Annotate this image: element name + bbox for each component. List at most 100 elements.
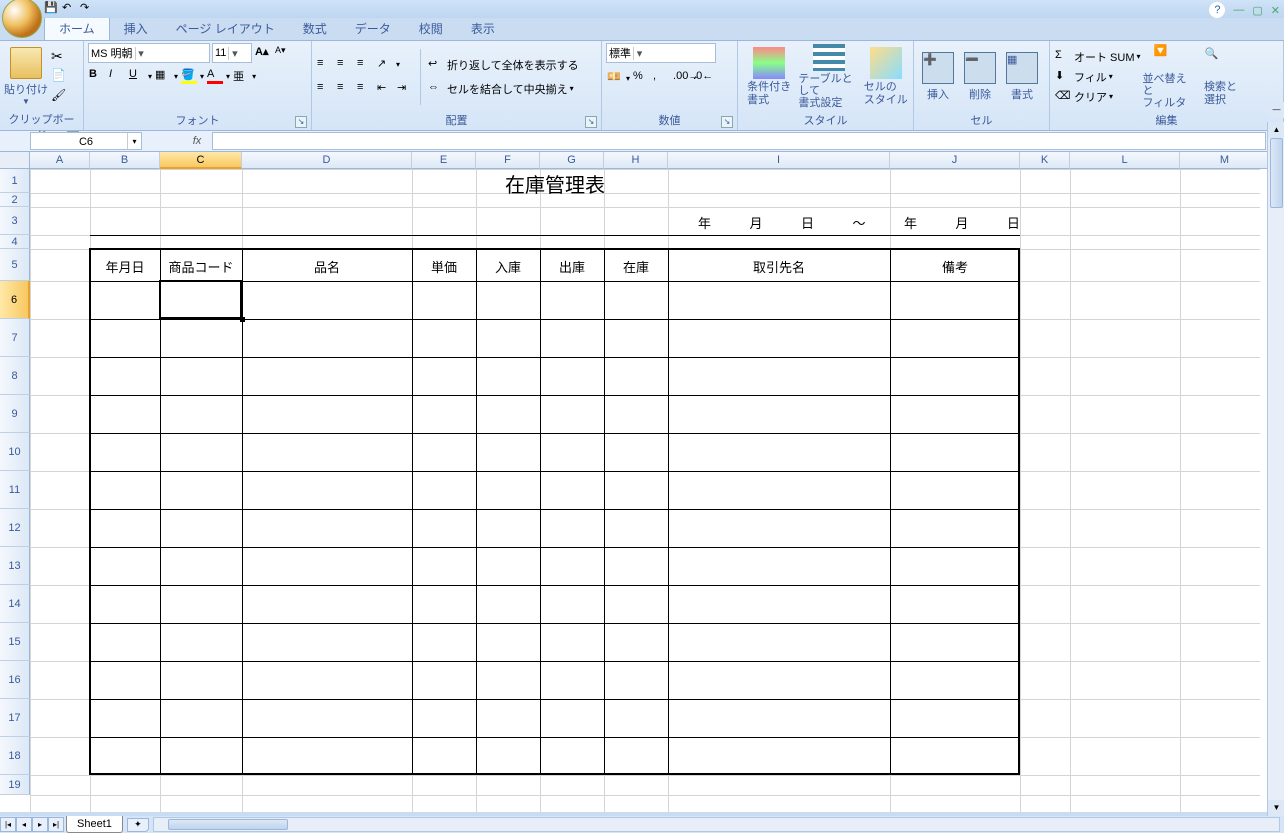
vertical-scrollbar[interactable]: — ▲ ▼ (1267, 122, 1284, 816)
currency-button[interactable]: 💴 (606, 69, 624, 87)
tab-数式[interactable]: 数式 (289, 17, 341, 40)
row-header[interactable]: 18 (0, 737, 30, 775)
row-header[interactable]: 7 (0, 319, 30, 357)
maximize-icon[interactable]: ▢ (1252, 4, 1262, 17)
phonetic-button[interactable]: 亜 (232, 67, 250, 85)
font-size-combo[interactable]: 11▾ (212, 43, 252, 63)
row-header[interactable]: 11 (0, 471, 30, 509)
redo-icon[interactable]: ↷ (80, 1, 96, 17)
last-sheet-button[interactable]: ▸| (48, 817, 64, 832)
worksheet-grid[interactable]: ABCDEFGHIJKLM 12345678910111213141516171… (0, 152, 1284, 812)
font-name-combo[interactable]: MS 明朝▾ (88, 43, 210, 63)
column-header[interactable]: A (30, 152, 90, 169)
increase-decimal-button[interactable]: .00→ (672, 69, 690, 87)
delete-cells-button[interactable]: ➖削除 (960, 44, 1000, 110)
clear-button[interactable]: ⌫クリア▾ (1054, 88, 1141, 106)
column-header[interactable]: K (1020, 152, 1070, 169)
font-color-button[interactable]: A (206, 67, 224, 85)
column-header[interactable]: J (890, 152, 1020, 169)
row-header[interactable]: 16 (0, 661, 30, 699)
row-header[interactable]: 10 (0, 433, 30, 471)
dialog-launcher-icon[interactable]: ↘ (721, 116, 733, 128)
selected-cell[interactable] (159, 280, 242, 319)
row-header[interactable]: 19 (0, 775, 30, 795)
fill-handle[interactable] (240, 317, 245, 322)
fx-button[interactable]: fx (182, 135, 212, 147)
column-header[interactable]: L (1070, 152, 1180, 169)
tab-データ[interactable]: データ (341, 17, 405, 40)
column-header[interactable]: I (668, 152, 890, 169)
save-icon[interactable]: 💾 (44, 1, 60, 17)
format-painter-button[interactable] (50, 87, 68, 105)
number-format-combo[interactable]: 標準▾ (606, 43, 716, 63)
horizontal-scrollbar[interactable] (153, 817, 1280, 832)
increase-indent-button[interactable]: ⇥ (396, 80, 414, 98)
column-header[interactable]: D (242, 152, 412, 169)
formula-input[interactable] (212, 132, 1266, 150)
cut-button[interactable] (50, 47, 68, 65)
next-sheet-button[interactable]: ▸ (32, 817, 48, 832)
wrap-text-button[interactable]: ↩折り返して全体を表示する (427, 56, 579, 74)
scroll-down-icon[interactable]: ▼ (1268, 800, 1284, 816)
column-header[interactable]: F (476, 152, 540, 169)
row-header[interactable]: 15 (0, 623, 30, 661)
align-center-button[interactable]: ≡ (336, 80, 354, 98)
prev-sheet-button[interactable]: ◂ (16, 817, 32, 832)
underline-button[interactable]: U (128, 67, 146, 85)
tab-ホーム[interactable]: ホーム (44, 16, 110, 40)
tab-表示[interactable]: 表示 (457, 17, 509, 40)
fill-button[interactable]: ⬇フィル▾ (1054, 68, 1141, 86)
sheet-tab[interactable]: Sheet1 (66, 816, 123, 833)
decrease-indent-button[interactable]: ⇤ (376, 80, 394, 98)
merge-center-button[interactable]: ⇔セルを結合して中央揃え▾ (427, 80, 579, 98)
decrease-decimal-button[interactable]: .0← (692, 69, 710, 87)
scroll-thumb[interactable] (1270, 138, 1283, 208)
percent-button[interactable]: % (632, 69, 650, 87)
find-select-button[interactable]: 🔍検索と 選択 (1199, 44, 1243, 110)
row-header[interactable]: 1 (0, 169, 30, 193)
undo-icon[interactable]: ↶ (62, 1, 78, 17)
row-header[interactable]: 9 (0, 395, 30, 433)
tab-ページ レイアウト[interactable]: ページ レイアウト (162, 17, 289, 40)
row-header[interactable]: 2 (0, 193, 30, 207)
orientation-button[interactable]: ↗ (376, 56, 394, 74)
select-all-corner[interactable] (0, 152, 30, 169)
column-header[interactable]: G (540, 152, 604, 169)
column-header[interactable]: C (160, 152, 242, 169)
first-sheet-button[interactable]: |◂ (0, 817, 16, 832)
align-bottom-button[interactable]: ≡ (356, 56, 374, 74)
row-header[interactable]: 17 (0, 699, 30, 737)
column-header[interactable]: M (1180, 152, 1270, 169)
borders-button[interactable]: ▦ (154, 67, 172, 85)
align-left-button[interactable]: ≡ (316, 80, 334, 98)
row-header[interactable]: 8 (0, 357, 30, 395)
dialog-launcher-icon[interactable]: ↘ (295, 116, 307, 128)
dialog-launcher-icon[interactable]: ↘ (585, 116, 597, 128)
comma-button[interactable]: , (652, 69, 670, 87)
sort-filter-button[interactable]: 🔽並べ替えと フィルタ (1143, 44, 1197, 110)
row-header[interactable]: 4 (0, 235, 30, 249)
insert-cells-button[interactable]: ➕挿入 (918, 44, 958, 110)
format-as-table-button[interactable]: テーブルとして 書式設定 (798, 44, 860, 110)
shrink-font-button[interactable]: A▾ (274, 44, 292, 62)
grow-font-button[interactable]: A▴ (254, 44, 272, 62)
close-icon[interactable]: ✕ (1271, 4, 1280, 17)
align-top-button[interactable]: ≡ (316, 56, 334, 74)
scroll-thumb[interactable] (168, 819, 288, 830)
autosum-button[interactable]: Σオート SUM▾ (1054, 48, 1141, 66)
copy-button[interactable] (50, 67, 68, 85)
paste-button[interactable]: 貼り付け ▼ (4, 43, 48, 109)
italic-button[interactable]: I (108, 67, 126, 85)
tab-校閲[interactable]: 校閲 (405, 17, 457, 40)
column-header[interactable]: E (412, 152, 476, 169)
align-right-button[interactable]: ≡ (356, 80, 374, 98)
row-header[interactable]: 6 (0, 281, 30, 319)
row-header[interactable]: 14 (0, 585, 30, 623)
scroll-up-icon[interactable]: ▲ (1268, 122, 1284, 138)
name-box[interactable]: C6▾ (30, 132, 142, 150)
insert-sheet-button[interactable]: ✦ (127, 818, 149, 832)
minimize-icon[interactable]: — (1233, 4, 1244, 16)
row-header[interactable]: 13 (0, 547, 30, 585)
row-header[interactable]: 5 (0, 249, 30, 281)
split-handle[interactable]: — (1268, 102, 1284, 118)
